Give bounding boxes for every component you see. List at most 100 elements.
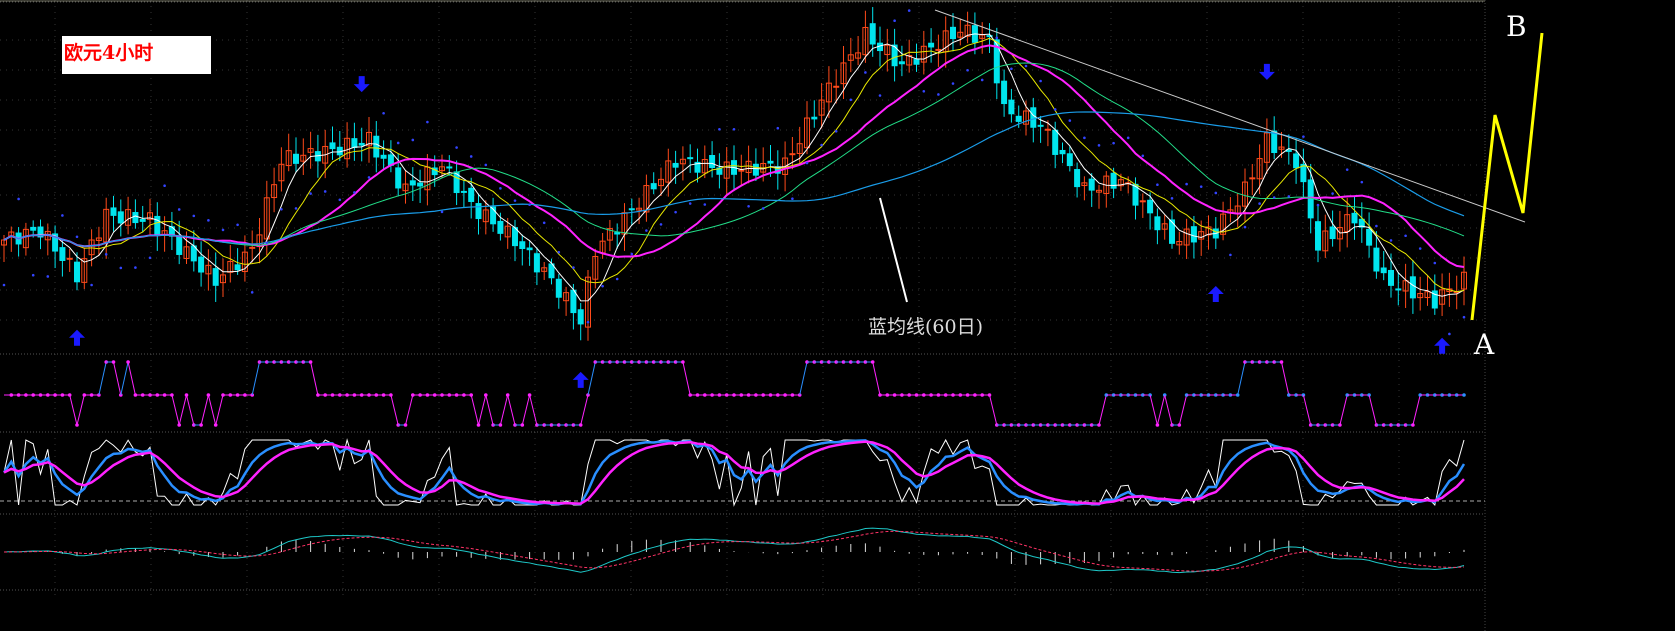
sar-dot	[761, 207, 765, 210]
step-indicator-segment	[485, 394, 494, 426]
sar-dot	[572, 266, 575, 269]
candle-down	[898, 61, 905, 65]
sar-dot	[864, 71, 867, 74]
sar-dot	[134, 266, 137, 269]
sar-dot	[513, 199, 517, 202]
candle-down	[1147, 199, 1154, 214]
candle-down	[132, 212, 139, 224]
sar-dot	[411, 138, 415, 142]
annotation-pointer	[879, 197, 908, 303]
sar-dot	[280, 207, 283, 211]
step-indicator-segment	[1302, 394, 1312, 426]
sar-dot	[805, 161, 809, 165]
step-indicator-segment	[1237, 361, 1246, 396]
sar-dot	[1243, 225, 1247, 229]
step-indicator-segment	[310, 361, 319, 396]
candle-down	[928, 42, 935, 48]
step-indicator-segment	[251, 361, 260, 396]
sar-dot	[323, 190, 327, 193]
sar-dot	[1448, 332, 1451, 336]
candle-down	[767, 160, 774, 164]
candle-down	[1395, 288, 1402, 291]
candle-up	[1249, 177, 1256, 180]
candle-down	[752, 163, 759, 176]
candle-up	[66, 257, 73, 260]
sar-dot	[426, 120, 429, 124]
sar-dot	[1126, 136, 1130, 140]
wave-projection-line	[1470, 32, 1544, 321]
step-indicator-segment	[186, 394, 195, 426]
chart-title-box: 欧元4小时	[62, 36, 211, 74]
step-indicator-segment	[1164, 394, 1173, 426]
sar-dot	[1272, 196, 1276, 199]
buy-arrow-icon	[1207, 285, 1224, 302]
step-indicator-segment	[207, 394, 217, 426]
candle-down	[59, 247, 66, 261]
candle-up	[789, 153, 796, 156]
step-indicator-segment	[178, 394, 187, 426]
step-indicator-segment	[470, 394, 479, 426]
sar-dot	[718, 127, 721, 131]
sar-dot	[1258, 202, 1261, 205]
sar-dot	[1039, 79, 1042, 83]
step-indicator-segment	[989, 394, 998, 426]
sar-dot	[353, 191, 356, 194]
candle-down	[1366, 228, 1373, 246]
candle-down	[329, 142, 336, 150]
candle-down	[1052, 129, 1059, 155]
sar-dot	[849, 98, 853, 102]
sar-dot	[542, 221, 546, 225]
buy-arrow-icon	[1434, 337, 1451, 354]
sar-dot	[601, 284, 604, 288]
sar-dot	[659, 223, 663, 226]
candle-down	[811, 116, 818, 120]
candle-down	[30, 226, 37, 231]
sar-dot	[75, 235, 79, 239]
sar-dot	[1404, 234, 1407, 238]
sell-arrow-icon	[1258, 63, 1275, 80]
sar-dot	[586, 320, 590, 324]
sar-dot	[688, 202, 692, 205]
sar-dot	[528, 203, 531, 207]
candle-down	[460, 190, 467, 193]
sar-dot	[367, 176, 371, 179]
ma60-annotation: 蓝均线(60日)	[868, 316, 984, 338]
sar-dot	[645, 229, 648, 232]
candle-down	[1388, 269, 1394, 286]
step-indicator-segment	[76, 394, 85, 426]
candle-down	[1015, 115, 1022, 122]
candle-down	[176, 235, 183, 255]
candle-down	[1293, 153, 1300, 169]
candle-down	[234, 264, 241, 271]
candle-down	[417, 182, 424, 187]
candle-down	[1271, 130, 1278, 154]
sar-dot	[119, 266, 123, 270]
step-indicator-segment	[1368, 394, 1377, 426]
chart-title: 欧元4小时	[64, 42, 154, 64]
candle-down	[373, 135, 380, 158]
sar-dot	[615, 277, 619, 281]
candle-down	[468, 187, 475, 202]
candle-down	[293, 153, 299, 164]
step-indicator-segment	[390, 394, 399, 426]
osc-d-line	[2, 439, 1466, 506]
candle-down	[117, 211, 124, 224]
candle-down	[555, 278, 562, 298]
step-indicator-segment	[1281, 361, 1290, 396]
step-indicator-segment	[127, 361, 136, 396]
step-indicator-segment	[1156, 394, 1166, 426]
candle-down	[1066, 153, 1073, 167]
sar-dot	[1083, 136, 1086, 140]
candle-down	[1037, 124, 1044, 127]
sar-dot	[338, 198, 342, 202]
candle-down	[74, 261, 80, 283]
candle-down	[1074, 169, 1081, 188]
candle-up	[1044, 128, 1051, 131]
candle-down	[475, 203, 482, 220]
candle-down	[1380, 267, 1387, 274]
candle-down	[913, 58, 920, 65]
sar-dot	[382, 111, 385, 115]
candle-down	[519, 241, 526, 250]
sar-dot	[207, 219, 210, 222]
candle-down	[1351, 212, 1358, 224]
